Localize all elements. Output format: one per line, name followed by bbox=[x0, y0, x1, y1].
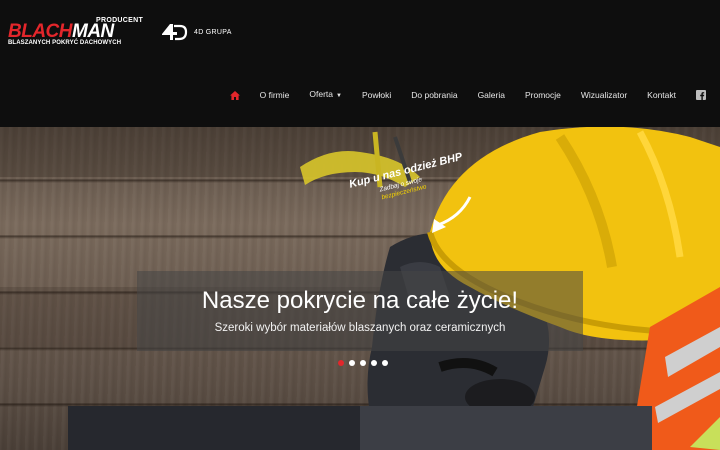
nav-home[interactable] bbox=[226, 90, 250, 100]
nav-kontakt[interactable]: Kontakt bbox=[637, 84, 686, 106]
slider-dot-4[interactable] bbox=[371, 360, 377, 366]
nav-do-pobrania[interactable]: Do pobrania bbox=[401, 84, 467, 106]
nav-o-firmie[interactable]: O firmie bbox=[250, 84, 300, 106]
partner-logo[interactable]: 4D GRUPA bbox=[160, 22, 232, 42]
hero-slider[interactable]: Kup u nas odzież BHP Zadbaj o swoje bezpi… bbox=[0, 127, 720, 450]
facebook-icon bbox=[696, 90, 706, 100]
feature-panel-right[interactable] bbox=[360, 406, 652, 450]
site-header: BLACHMAN PRODUCENT BLASZANYCH POKRYĆ DAC… bbox=[0, 0, 720, 127]
logo-producent: PRODUCENT bbox=[96, 17, 144, 24]
feature-panel-left[interactable] bbox=[68, 406, 360, 450]
logo-wordmark-white: MAN bbox=[72, 21, 114, 42]
slider-dot-3[interactable] bbox=[360, 360, 366, 366]
nav-powloki[interactable]: Powłoki bbox=[352, 84, 401, 106]
nav-galeria[interactable]: Galeria bbox=[468, 84, 515, 106]
blachman-logo[interactable]: BLACHMAN PRODUCENT BLASZANYCH POKRYĆ DAC… bbox=[8, 16, 144, 46]
logo-wordmark-red: BLACH bbox=[8, 21, 73, 42]
slide-title: Nasze pokrycie na całe życie! bbox=[201, 287, 519, 314]
home-icon bbox=[229, 90, 240, 100]
nav-oferta[interactable]: Oferta ▼ bbox=[299, 83, 352, 107]
slide-caption: Nasze pokrycie na całe życie! Szeroki wy… bbox=[137, 271, 583, 351]
nav-oferta-label: Oferta bbox=[309, 89, 333, 99]
nav-facebook[interactable] bbox=[686, 90, 720, 100]
slider-dot-5[interactable] bbox=[382, 360, 388, 366]
logo-tagline: BLASZANYCH POKRYĆ DACHOWYCH bbox=[8, 40, 122, 46]
4d-grupa-icon bbox=[162, 24, 188, 41]
main-navigation: O firmie Oferta ▼ Powłoki Do pobrania Gal… bbox=[226, 84, 720, 106]
slide-subtitle: Szeroki wybór materiałów blaszanych oraz… bbox=[214, 322, 506, 334]
nav-promocje[interactable]: Promocje bbox=[515, 84, 571, 106]
partner-name: 4D GRUPA bbox=[194, 28, 232, 36]
chevron-down-icon: ▼ bbox=[336, 93, 342, 99]
slider-dot-2[interactable] bbox=[349, 360, 355, 366]
logo-wordmark: BLACHMAN bbox=[8, 22, 114, 41]
nav-wizualizator[interactable]: Wizualizator bbox=[571, 84, 637, 106]
slider-dot-1[interactable] bbox=[338, 360, 344, 366]
slider-pagination bbox=[338, 360, 388, 366]
